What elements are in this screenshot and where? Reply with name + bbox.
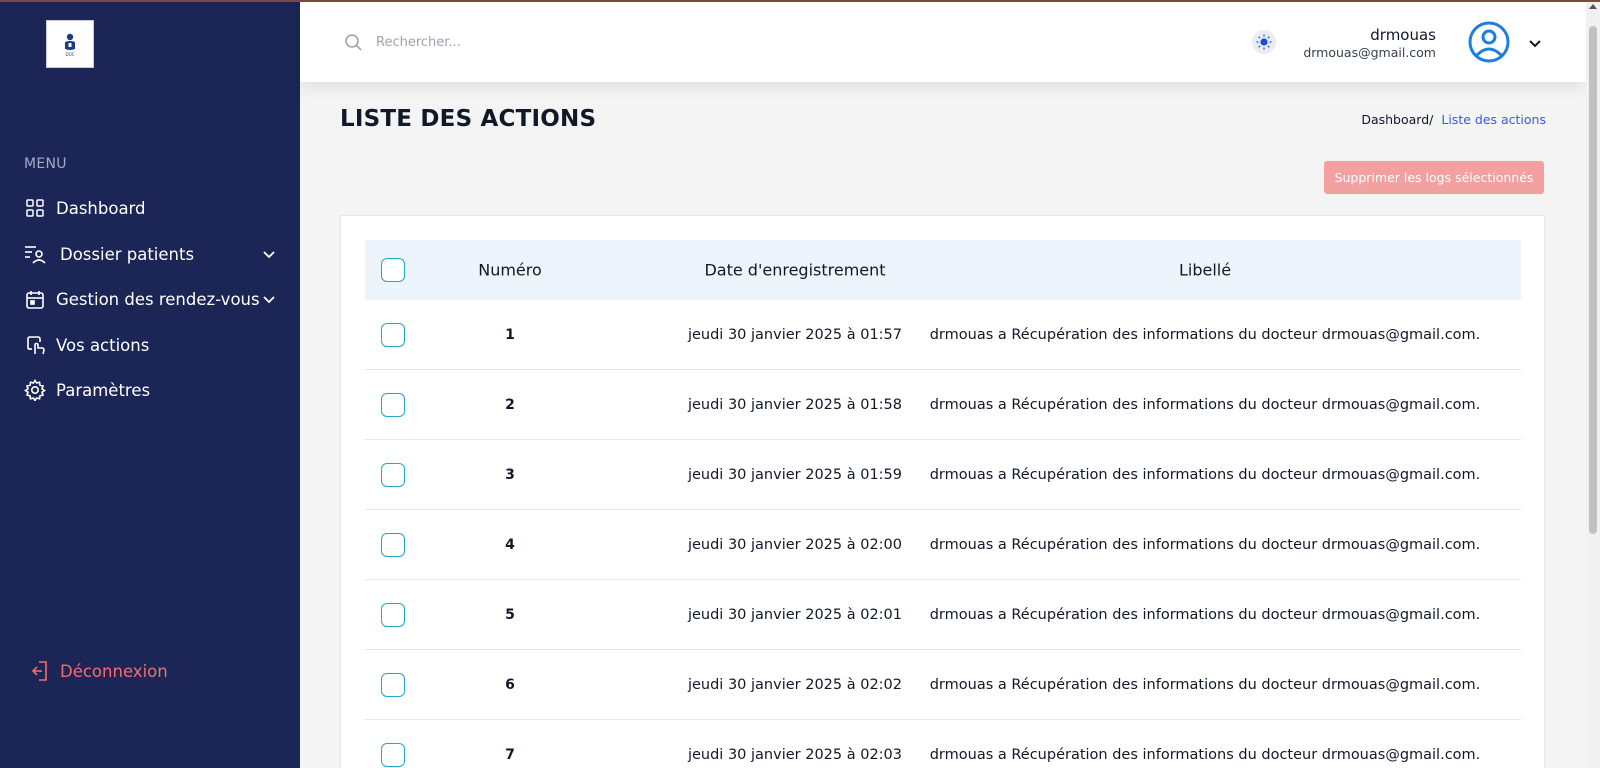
row-libelle: drmouas a Récupération des informations … [929,536,1481,553]
logout-button[interactable]: Déconnexion [32,661,168,681]
table-header: Numéro Date d'enregistrement Libellé [365,240,1521,300]
sidebar-item-label: Dashboard [56,198,146,218]
row-libelle: drmouas a Récupération des informations … [929,466,1481,483]
row-date: jeudi 30 janvier 2025 à 01:58 [687,396,903,413]
row-checkbox[interactable] [381,602,405,627]
logo-text: DOC [65,52,74,57]
column-header-numero: Numéro [478,260,542,280]
sun-icon [1256,34,1272,50]
row-libelle: drmouas a Récupération des informations … [929,326,1481,343]
sidebar-item-label: Gestion des rendez-vous [56,289,260,309]
logout-label: Déconnexion [60,661,168,681]
logo-icon: DOC [65,33,75,57]
sidebar-item-dossier-patients[interactable]: Dossier patients [24,243,276,265]
sidebar-item-dashboard[interactable]: Dashboard [24,197,276,219]
row-date: jeudi 30 janvier 2025 à 02:03 [687,746,903,763]
row-checkbox[interactable] [381,672,405,697]
column-header-libelle: Libellé [1178,260,1232,280]
column-header-date: Date d'enregistrement [704,260,886,280]
scroll-up-arrow-icon[interactable] [1589,4,1597,9]
table-row: 1 jeudi 30 janvier 2025 à 01:57 drmouas … [365,300,1521,370]
select-all-checkbox[interactable] [381,258,405,282]
chevron-down-icon[interactable] [262,247,276,261]
breadcrumb: Dashboard / Liste des actions [1361,112,1546,127]
logout-icon [32,661,50,681]
top-header: drmouas drmouas@gmail.com [300,2,1586,82]
row-checkbox[interactable] [381,462,405,487]
patients-icon [24,243,46,265]
row-date: jeudi 30 janvier 2025 à 02:02 [687,676,903,693]
table-row: 6 jeudi 30 janvier 2025 à 02:02 drmouas … [365,650,1521,720]
breadcrumb-home-link[interactable]: Dashboard [1361,112,1429,127]
row-number: 7 [505,746,515,763]
sidebar-item-label: Dossier patients [60,244,195,264]
table-row: 5 jeudi 30 janvier 2025 à 02:01 drmouas … [365,580,1521,650]
grid-icon [24,197,46,219]
app-logo[interactable]: DOC [46,20,94,68]
search-input[interactable] [376,28,676,56]
row-checkbox[interactable] [381,392,405,417]
top-accent-bar [0,0,1600,2]
theme-toggle-button[interactable] [1252,30,1276,54]
avatar-icon[interactable] [1468,21,1510,63]
menu-title: MENU [24,156,67,172]
actions-icon [24,334,46,356]
row-libelle: drmouas a Récupération des informations … [929,606,1481,623]
breadcrumb-current: Liste des actions [1441,112,1546,127]
user-menu-chevron-icon[interactable] [1528,36,1542,50]
breadcrumb-separator: / [1429,112,1434,127]
row-number: 1 [505,326,515,343]
row-number: 4 [505,536,515,553]
table-row: 7 jeudi 30 janvier 2025 à 02:03 drmouas … [365,720,1521,768]
row-number: 3 [505,466,515,483]
row-number: 6 [505,676,515,693]
select-all-checkbox-cell [381,258,405,282]
sidebar-item-vos-actions[interactable]: Vos actions [24,334,276,356]
table-row: 4 jeudi 30 janvier 2025 à 02:00 drmouas … [365,510,1521,580]
row-libelle: drmouas a Récupération des informations … [929,676,1481,693]
row-number: 5 [505,606,515,623]
row-date: jeudi 30 janvier 2025 à 01:57 [687,326,903,343]
page-title: LISTE DES ACTIONS [340,106,597,132]
row-checkbox[interactable] [381,322,405,347]
row-libelle: drmouas a Récupération des informations … [929,396,1481,413]
gear-icon [24,379,46,401]
scrollbar-thumb[interactable] [1589,26,1597,534]
row-date: jeudi 30 janvier 2025 à 02:01 [687,606,903,623]
row-checkbox[interactable] [381,742,405,767]
delete-selected-logs-button[interactable]: Supprimer les logs sélectionnés [1324,161,1544,194]
sidebar-item-label: Vos actions [56,335,150,355]
calendar-icon [24,288,46,310]
search-icon [345,34,362,51]
sidebar: DOC MENU Dashboard Dossier patients Gest… [0,0,300,768]
user-email: drmouas@gmail.com [1303,45,1436,60]
row-number: 2 [505,396,515,413]
sidebar-item-rendez-vous[interactable]: Gestion des rendez-vous [24,288,276,310]
sidebar-item-parametres[interactable]: Paramètres [24,379,276,401]
row-libelle: drmouas a Récupération des informations … [929,746,1481,763]
page-scrollbar[interactable] [1586,0,1600,768]
sidebar-item-label: Paramètres [56,380,151,400]
table-row: 2 jeudi 30 janvier 2025 à 01:58 drmouas … [365,370,1521,440]
actions-table-card: Numéro Date d'enregistrement Libellé 1 j… [340,215,1545,768]
chevron-down-icon[interactable] [262,292,276,306]
row-checkbox[interactable] [381,532,405,557]
actions-table: Numéro Date d'enregistrement Libellé 1 j… [365,240,1521,768]
row-date: jeudi 30 janvier 2025 à 01:59 [687,466,903,483]
row-date: jeudi 30 janvier 2025 à 02:00 [687,536,903,553]
user-name: drmouas [1370,26,1436,44]
table-row: 3 jeudi 30 janvier 2025 à 01:59 drmouas … [365,440,1521,510]
